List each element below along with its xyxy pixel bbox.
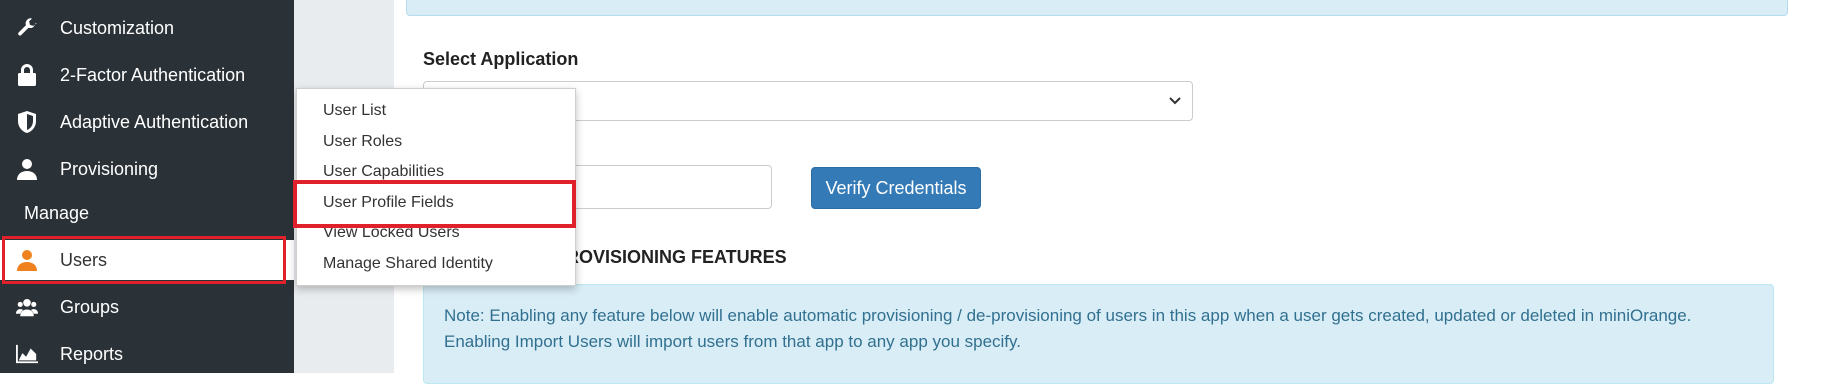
credential-input[interactable] <box>560 165 772 209</box>
sidebar-item-label: 2-Factor Authentication <box>60 64 246 85</box>
wrench-icon <box>16 17 38 39</box>
sidebar-section-manage: Manage <box>24 203 90 223</box>
highlight-box-user-profile-fields <box>293 180 576 228</box>
sidebar-item-provisioning[interactable]: Provisioning <box>0 149 294 189</box>
menu-item-user-list[interactable]: User List <box>323 102 386 120</box>
area-chart-icon <box>16 343 38 365</box>
shield-icon <box>16 111 38 133</box>
provisioning-note: Note: Enabling any feature below will en… <box>423 284 1774 384</box>
sidebar-item-adaptive-auth[interactable]: Adaptive Authentication <box>0 102 294 142</box>
sidebar: Customization 2-Factor Authentication Ad… <box>0 0 294 373</box>
sidebar-item-label: Groups <box>60 296 120 317</box>
sidebar-item-label: Provisioning <box>60 158 159 179</box>
users-icon <box>16 296 38 318</box>
user-icon <box>16 158 38 180</box>
sidebar-item-customization[interactable]: Customization <box>0 8 294 48</box>
chevron-down-icon <box>1168 93 1182 107</box>
top-info-alert <box>406 0 1788 16</box>
menu-item-user-capabilities[interactable]: User Capabilities <box>323 163 444 181</box>
note-line-2: Enabling Import Users will import users … <box>444 332 1021 351</box>
sidebar-item-reports[interactable]: Reports <box>0 334 294 374</box>
sidebar-item-2fa[interactable]: 2-Factor Authentication <box>0 55 294 95</box>
highlight-box-users <box>2 236 286 284</box>
menu-item-user-roles[interactable]: User Roles <box>323 133 402 151</box>
sidebar-item-groups[interactable]: Groups <box>0 287 294 327</box>
note-line-1: Note: Enabling any feature below will en… <box>444 306 1692 325</box>
select-application-label: Select Application <box>423 49 579 69</box>
menu-item-manage-shared-identity[interactable]: Manage Shared Identity <box>323 255 493 273</box>
lock-icon <box>16 64 38 86</box>
sidebar-item-label: Adaptive Authentication <box>60 111 249 132</box>
sidebar-item-label: Customization <box>60 17 175 38</box>
sidebar-item-label: Reports <box>60 343 124 364</box>
provisioning-features-heading: ROVISIONING FEATURES <box>566 247 787 267</box>
verify-credentials-button[interactable]: Verify Credentials <box>811 167 981 209</box>
